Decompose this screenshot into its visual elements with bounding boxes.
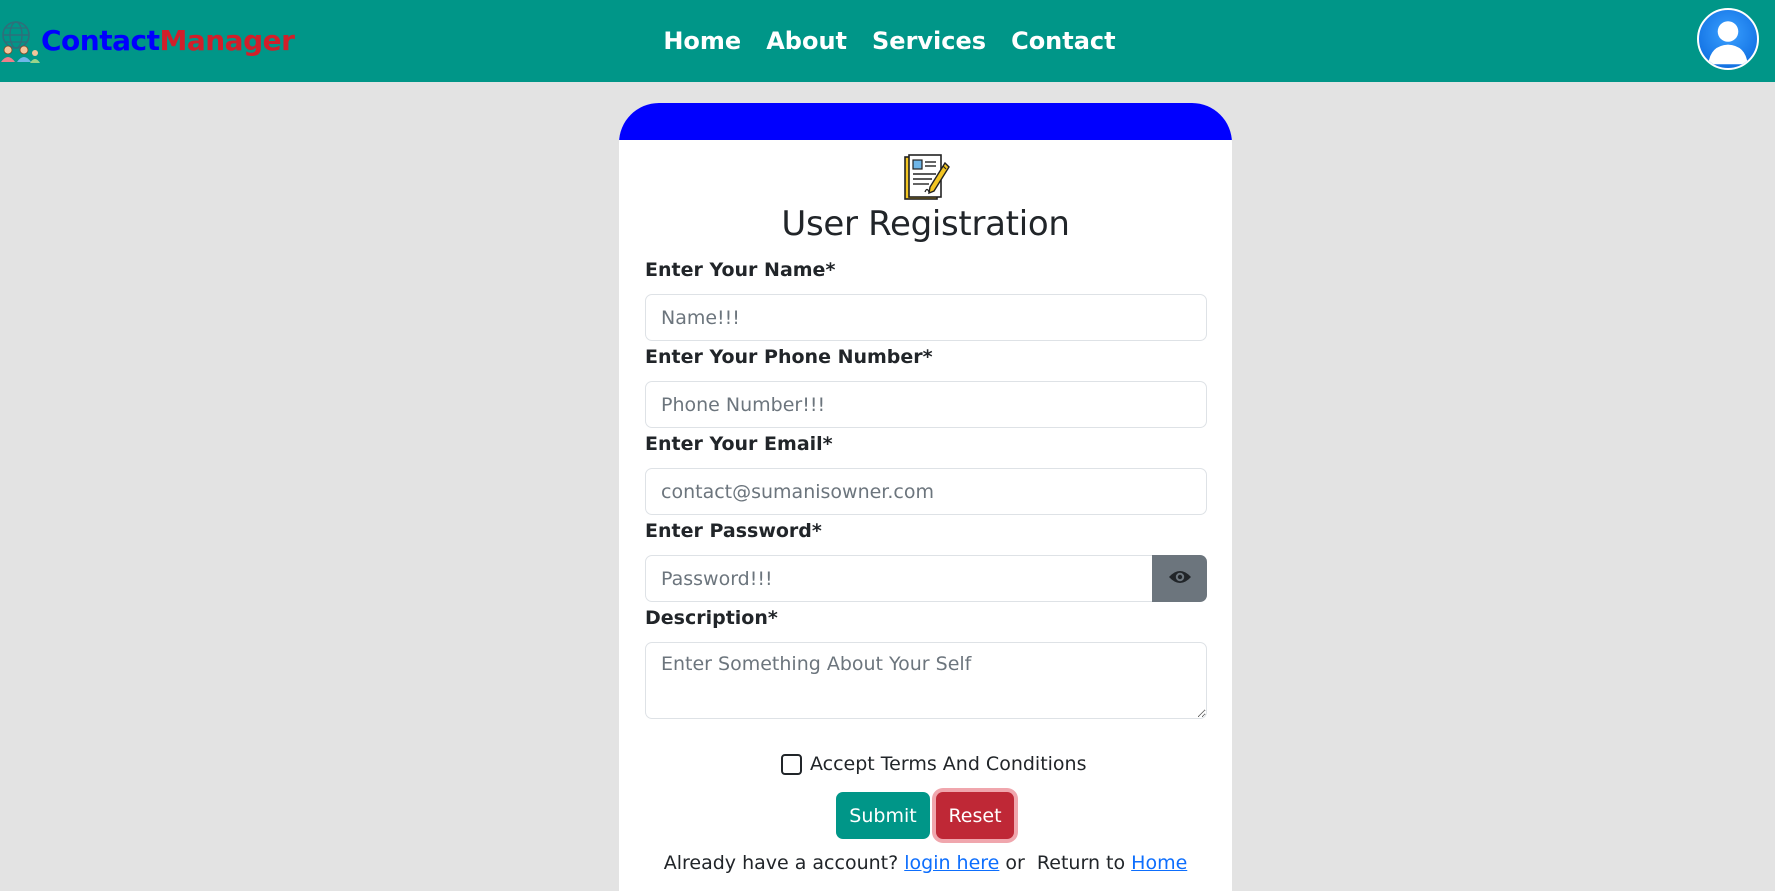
email-input[interactable] [645, 468, 1207, 515]
footer-links: Already have a account? login here or Re… [619, 852, 1232, 874]
footer-text-return: or Return to [1005, 852, 1126, 874]
description-label: Description* [645, 607, 778, 629]
brand-logo-link[interactable]: ContactManager [0, 18, 295, 64]
nav-link-contact[interactable]: Contact [1007, 27, 1116, 55]
name-label: Enter Your Name* [645, 259, 836, 281]
home-link[interactable]: Home [1131, 852, 1187, 874]
password-label: Enter Password* [645, 520, 822, 542]
login-link[interactable]: login here [904, 852, 999, 874]
reset-button[interactable]: Reset [936, 792, 1014, 839]
brand-name-part2: Manager [159, 24, 295, 57]
phone-label: Enter Your Phone Number* [645, 346, 933, 368]
name-input[interactable] [645, 294, 1207, 341]
footer-text-account: Already have a account? [663, 852, 899, 874]
nav-link-about[interactable]: About [762, 27, 847, 55]
terms-label[interactable]: Accept Terms And Conditions [810, 753, 1087, 775]
page-title: User Registration [781, 204, 1070, 244]
nav-link-home[interactable]: Home [659, 27, 741, 55]
password-input[interactable] [645, 555, 1154, 602]
top-navbar: ContactManager Home About Services Conta… [0, 0, 1775, 82]
nav-link-services[interactable]: Services [868, 27, 986, 55]
email-label: Enter Your Email* [645, 433, 833, 455]
registration-form-icon [899, 153, 951, 205]
terms-checkbox[interactable] [781, 753, 802, 775]
registration-card: User Registration Enter Your Name* Enter… [619, 103, 1232, 891]
description-textarea[interactable] [645, 642, 1207, 719]
toggle-password-button[interactable] [1152, 555, 1207, 602]
brand-name-part1: Contact [41, 24, 160, 57]
eye-icon [1168, 569, 1192, 588]
brand-name: ContactManager [41, 18, 295, 64]
terms-row: Accept Terms And Conditions [781, 753, 1087, 775]
card-header-band [619, 103, 1232, 140]
submit-button[interactable]: Submit [836, 792, 930, 839]
contacts-globe-icon [0, 18, 40, 64]
phone-input[interactable] [645, 381, 1207, 428]
user-avatar-icon[interactable] [1697, 8, 1759, 70]
